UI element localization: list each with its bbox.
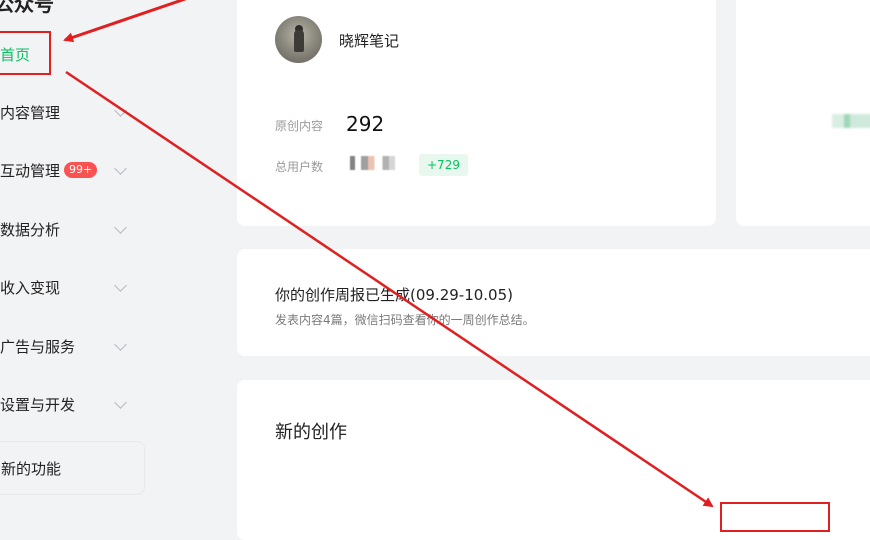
chevron-down-icon [114,104,127,117]
weekly-report-title[interactable]: 你的创作周报已生成(09.29-10.05) [275,284,513,305]
chevron-down-icon [114,279,127,292]
sidebar-item-label: 互动管理 [0,161,61,180]
total-users-value-redacted [350,156,406,170]
sidebar-item-monetization[interactable]: 收入变现 [0,267,150,307]
weekly-report-subtitle: 发表内容4篇，微信扫码查看你的一周创作总结。 [275,313,535,327]
chevron-down-icon [114,162,127,175]
sidebar-item-label: 内容管理 [0,103,61,122]
account-name: 晓辉笔记 [339,32,400,50]
total-users-label: 总用户数 [275,160,324,174]
side-stats-card [736,0,870,226]
sidebar-item-settings-dev[interactable]: 设置与开发 [0,384,150,424]
sidebar-item-label: 收入变现 [0,278,61,297]
chevron-down-icon [114,396,127,409]
chevron-down-icon [114,221,127,234]
sidebar-item-ads-services[interactable]: 广告与服务 [0,326,150,366]
new-features-label: 新的功能 [1,459,62,478]
chevron-down-icon [114,338,127,351]
sidebar-item-label: 设置与开发 [0,395,76,414]
sidebar: 公众号 首页 内容管理 互动管理 99+ 数据分析 收入变现 广告与服务 设置与… [0,0,180,521]
notification-badge: 99+ [64,162,98,178]
sidebar-item-label: 广告与服务 [0,337,76,356]
original-content-label: 原创内容 [275,119,324,133]
highlight-box-home [0,31,51,75]
sidebar-item-label: 数据分析 [0,220,61,239]
side-stat-redacted [832,114,870,128]
original-content-count: 292 [346,112,385,136]
sidebar-item-content-management[interactable]: 内容管理 [0,92,150,132]
sidebar-item-interaction[interactable]: 互动管理 99+ [0,150,150,190]
sidebar-title: 公众号 [0,0,54,16]
highlight-box-target [720,502,830,532]
new-creation-title: 新的创作 [275,422,347,443]
new-features-card[interactable]: 新的功能 [0,441,145,495]
users-growth-badge: +729 [419,154,468,176]
sidebar-item-analytics[interactable]: 数据分析 [0,209,150,249]
avatar[interactable] [275,16,322,63]
